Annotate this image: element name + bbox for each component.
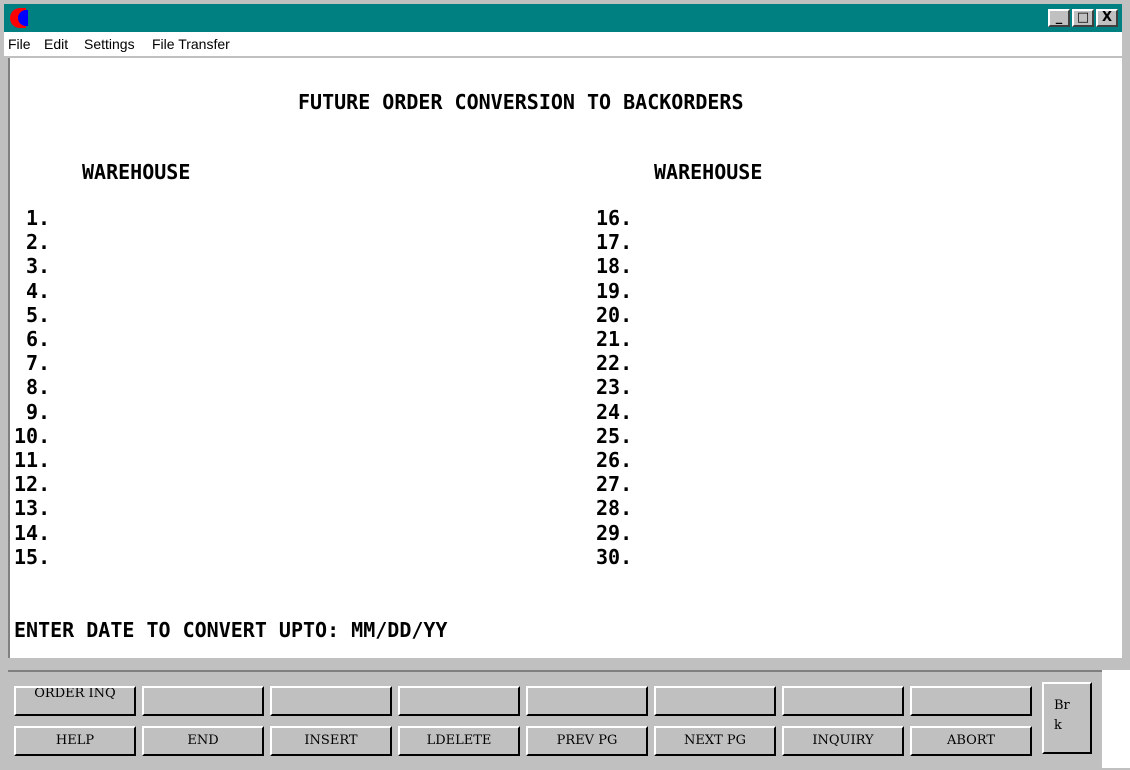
warehouse-number: 30. bbox=[596, 544, 633, 569]
fkey-top-4[interactable] bbox=[398, 686, 520, 716]
left-column-header: WAREHOUSE bbox=[82, 160, 191, 184]
warehouse-number: 23. bbox=[596, 375, 633, 400]
warehouse-number: 3. bbox=[26, 254, 51, 279]
fkey-bottom-2[interactable]: END bbox=[142, 726, 264, 756]
warehouse-number: 5. bbox=[26, 302, 51, 327]
menu-file[interactable]: File bbox=[8, 36, 31, 52]
fkey-top-7[interactable] bbox=[782, 686, 904, 716]
break-button[interactable]: Br k bbox=[1042, 682, 1092, 754]
warehouse-number: 22. bbox=[596, 351, 633, 376]
warehouse-number: 10. bbox=[14, 423, 51, 448]
date-prompt: ENTER DATE TO CONVERT UPTO: MM/DD/YY bbox=[14, 618, 448, 642]
warehouse-number: 2. bbox=[26, 230, 51, 255]
minimize-button[interactable]: _ bbox=[1048, 9, 1070, 27]
warehouse-number: 28. bbox=[596, 496, 633, 521]
warehouse-number: 17. bbox=[596, 230, 633, 255]
warehouse-number: 27. bbox=[596, 472, 633, 497]
warehouse-number: 12. bbox=[14, 472, 51, 497]
window-edge bbox=[1102, 670, 1130, 768]
fkey-top-2[interactable] bbox=[142, 686, 264, 716]
warehouse-number: 14. bbox=[14, 520, 51, 545]
title-bar[interactable]: _ □ X bbox=[4, 4, 1122, 32]
close-button[interactable]: X bbox=[1096, 9, 1118, 27]
app-crescent-icon[interactable] bbox=[10, 8, 28, 28]
function-key-bar: ORDER INQ HELP END INSERT LDELETE PREV PG NEXT… bbox=[8, 670, 1106, 770]
warehouse-number: 6. bbox=[26, 327, 51, 351]
menu-file-transfer[interactable]: File Transfer bbox=[152, 36, 230, 52]
warehouse-number: 21. bbox=[596, 327, 633, 351]
right-column-header: WAREHOUSE bbox=[654, 160, 763, 184]
fkey-bottom-8[interactable]: ABORT bbox=[910, 726, 1032, 756]
menu-edit[interactable]: Edit bbox=[44, 36, 68, 52]
terminal-window: _ □ X File Edit Settings File Transfer F… bbox=[0, 0, 1130, 770]
warehouse-number: 1. bbox=[26, 206, 51, 230]
warehouse-number: 26. bbox=[596, 448, 633, 472]
menu-bar: File Edit Settings File Transfer bbox=[4, 32, 1122, 56]
fkey-bottom-5[interactable]: PREV PG bbox=[526, 726, 648, 756]
fkey-bottom-1[interactable]: HELP bbox=[14, 726, 136, 756]
warehouse-number: 8. bbox=[26, 375, 51, 400]
fkey-bottom-6[interactable]: NEXT PG bbox=[654, 726, 776, 756]
warehouse-number: 7. bbox=[26, 351, 51, 376]
fkey-top-5[interactable] bbox=[526, 686, 648, 716]
fkey-bottom-7[interactable]: INQUIRY bbox=[782, 726, 904, 756]
warehouse-number: 18. bbox=[596, 254, 633, 279]
menu-settings[interactable]: Settings bbox=[84, 36, 135, 52]
warehouse-number: 29. bbox=[596, 520, 633, 545]
warehouse-number: 13. bbox=[14, 496, 51, 521]
terminal-screen: FUTURE ORDER CONVERSION TO BACKORDERS WA… bbox=[8, 58, 1122, 658]
warehouse-number: 19. bbox=[596, 278, 633, 303]
fkey-bottom-3[interactable]: INSERT bbox=[270, 726, 392, 756]
page-title: FUTURE ORDER CONVERSION TO BACKORDERS bbox=[298, 90, 744, 114]
warehouse-number: 25. bbox=[596, 423, 633, 448]
fkey-bottom-4[interactable]: LDELETE bbox=[398, 726, 520, 756]
fkey-top-1[interactable]: ORDER INQ bbox=[14, 686, 136, 716]
warehouse-number: 15. bbox=[14, 544, 51, 569]
warehouse-number: 16. bbox=[596, 206, 633, 230]
maximize-button[interactable]: □ bbox=[1072, 9, 1094, 27]
warehouse-number: 11. bbox=[14, 448, 51, 472]
warehouse-number: 24. bbox=[596, 399, 633, 424]
warehouse-number: 9. bbox=[26, 399, 51, 424]
fkey-top-6[interactable] bbox=[654, 686, 776, 716]
warehouse-number: 20. bbox=[596, 302, 633, 327]
fkey-top-8[interactable] bbox=[910, 686, 1032, 716]
warehouse-number: 4. bbox=[26, 278, 51, 303]
fkey-top-3[interactable] bbox=[270, 686, 392, 716]
